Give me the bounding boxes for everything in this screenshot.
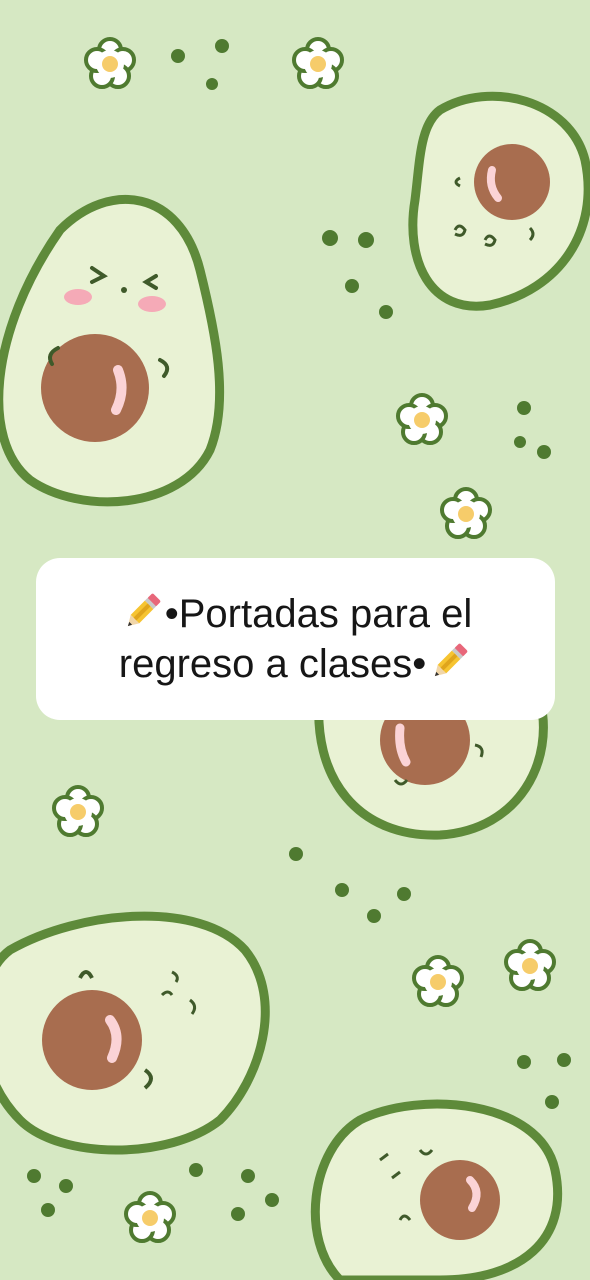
avocado-illustration bbox=[0, 911, 270, 1155]
caption-card: •Portadas para el regreso a clases• bbox=[36, 558, 555, 720]
avocado-illustration bbox=[310, 1099, 563, 1280]
caption-line-1: •Portadas para el bbox=[164, 592, 473, 636]
caption-text: •Portadas para el regreso a clases• bbox=[119, 589, 473, 689]
caption-line-2: regreso a clases• bbox=[118, 642, 427, 686]
pencil-icon bbox=[426, 639, 472, 685]
pencil-icon bbox=[119, 589, 165, 635]
